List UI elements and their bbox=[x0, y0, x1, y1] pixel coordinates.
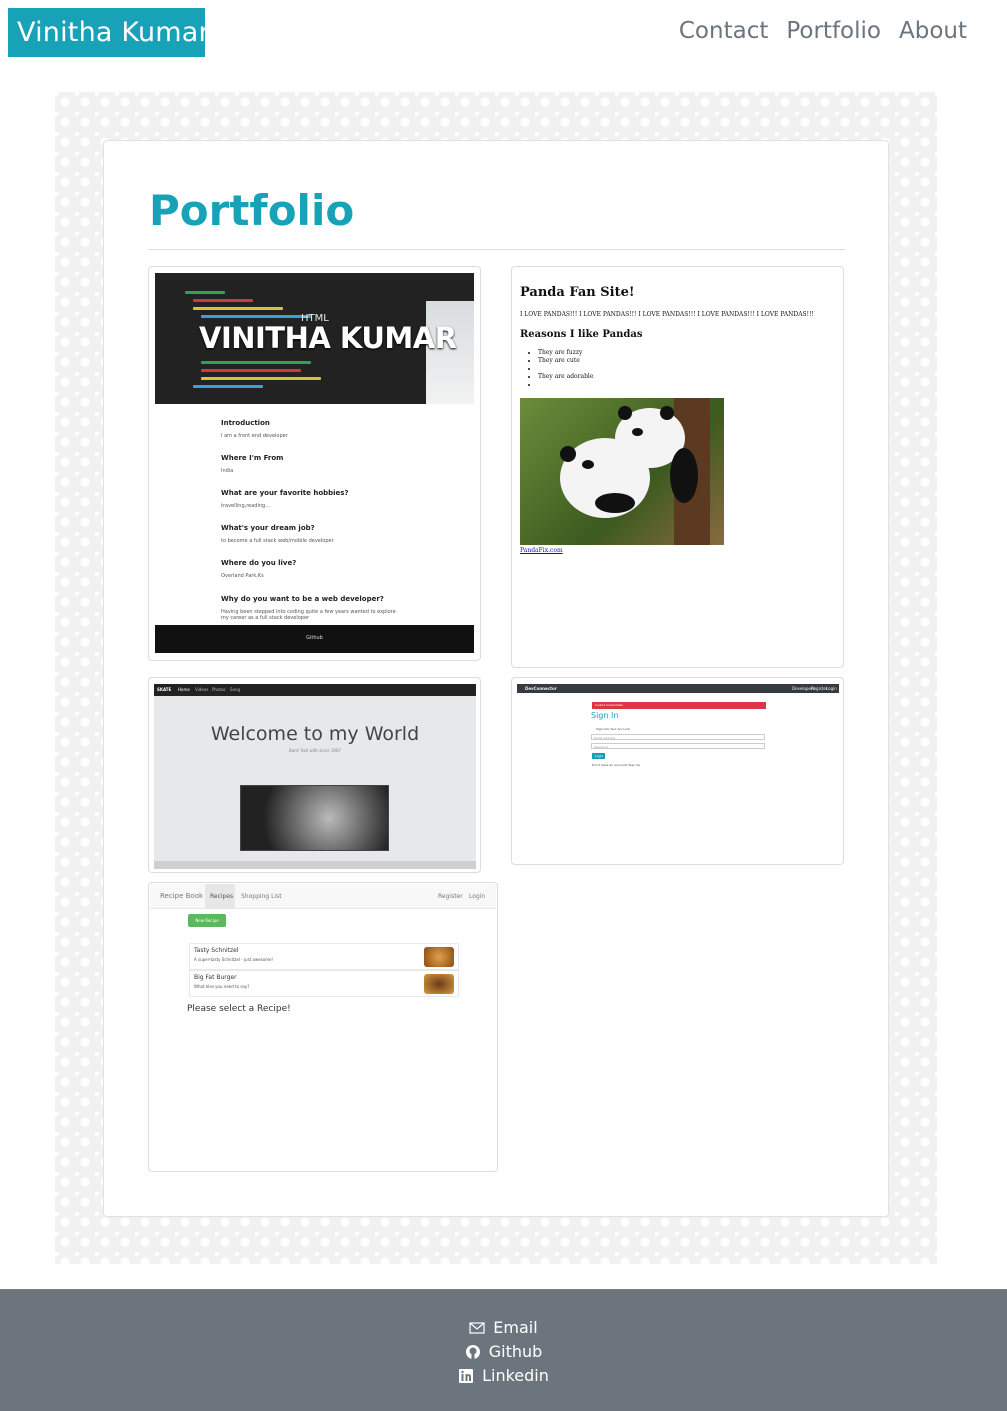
recipe-name: Big Fat Burger bbox=[194, 974, 237, 981]
section-question: Introduction bbox=[221, 419, 270, 427]
skate-brand: SKATE bbox=[157, 687, 172, 692]
project-footer: Github bbox=[155, 625, 474, 653]
recipe-item[interactable]: Tasty Schnitzel A super-tasty Schnitzel … bbox=[189, 943, 459, 970]
nav-about[interactable]: About bbox=[899, 18, 967, 44]
reasons-list: They are fuzzy They are cute They are ad… bbox=[538, 349, 593, 389]
dev-password-field[interactable]: Password bbox=[591, 743, 765, 749]
dev-navbar: DevConnector Developers Register Login bbox=[517, 684, 839, 693]
envelope-icon bbox=[469, 1321, 485, 1334]
recipe-name: Tasty Schnitzel bbox=[194, 947, 239, 954]
reason-item: They are fuzzy bbox=[538, 349, 593, 357]
skate-subtitle: Bam! Roll with since 1987 bbox=[288, 748, 342, 753]
dev-brand: DevConnector bbox=[525, 686, 557, 691]
nav-contact[interactable]: Contact bbox=[679, 18, 768, 44]
dev-signin-heading: Sign In bbox=[591, 711, 619, 720]
skate-navbar: SKATE Home Videos Photos Song bbox=[154, 684, 476, 696]
panda-love-text: I LOVE PANDAS!!! I LOVE PANDAS!!! I LOVE… bbox=[520, 311, 814, 318]
section-answer: India bbox=[221, 468, 234, 474]
footer-github-link[interactable]: Github bbox=[0, 1342, 1007, 1361]
hero-title: VINITHA KUMAR bbox=[199, 321, 457, 355]
project-panda-fan-site[interactable]: Panda Fan Site! I LOVE PANDAS!!! I LOVE … bbox=[511, 266, 844, 668]
recipe-brand: Recipe Book bbox=[160, 892, 204, 900]
reason-item bbox=[538, 365, 593, 373]
panda-photo bbox=[520, 398, 724, 545]
recipe-nav-shopping: Shopping List bbox=[241, 893, 282, 900]
skate-nav-song: Song bbox=[230, 687, 241, 692]
section-question: What are your favorite hobbies? bbox=[221, 489, 349, 497]
top-nav: Contact Portfolio About bbox=[679, 18, 967, 44]
dev-register-prompt: Don't have an account? Sign Up bbox=[592, 763, 641, 767]
project-skate[interactable]: SKATE Home Videos Photos Song Welcome to… bbox=[148, 677, 481, 873]
panda-subtitle: Reasons I like Pandas bbox=[520, 329, 643, 340]
reason-item bbox=[538, 381, 593, 389]
dev-nav-login: Login bbox=[826, 686, 837, 691]
section-question: Where I'm From bbox=[221, 454, 284, 462]
github-icon bbox=[465, 1344, 480, 1359]
section-answer: I am a front end developer bbox=[221, 433, 288, 439]
section-answer: Overland Park,Ks bbox=[221, 573, 264, 579]
section-question: Why do you want to be a web developer? bbox=[221, 595, 384, 603]
panda-title: Panda Fan Site! bbox=[520, 285, 635, 300]
recipe-thumbnail bbox=[424, 974, 454, 994]
section-question: Where do you live? bbox=[221, 559, 297, 567]
recipe-nav-register: Register bbox=[438, 893, 463, 900]
skate-bottom-strip bbox=[154, 861, 476, 869]
skate-body: Welcome to my World Bam! Roll with since… bbox=[154, 696, 476, 861]
dev-alert: Invalid Credentials bbox=[592, 702, 766, 709]
skateboard-photo bbox=[240, 785, 389, 851]
new-recipe-button[interactable]: New Recipe bbox=[188, 914, 226, 927]
project-devconnector[interactable]: DevConnector Developers Register Login I… bbox=[511, 677, 844, 865]
nav-portfolio[interactable]: Portfolio bbox=[786, 18, 881, 44]
section-question: What's your dream job? bbox=[221, 524, 315, 532]
recipe-thumbnail bbox=[424, 947, 454, 967]
reason-item: They are adorable bbox=[538, 373, 593, 381]
recipe-nav-recipes: Recipes bbox=[210, 893, 234, 900]
dev-email-field[interactable]: Email Address bbox=[591, 734, 765, 740]
project-about-me[interactable]: HTML VINITHA KUMAR Introduction I am a f… bbox=[148, 266, 481, 661]
page-title: Portfolio bbox=[149, 186, 355, 235]
skate-nav-home: Home bbox=[178, 687, 190, 692]
section-answer: travelling,reading... bbox=[221, 503, 270, 509]
skate-nav-photos: Photos bbox=[212, 687, 226, 692]
section-answer: Having been stepped into coding quite a … bbox=[221, 609, 396, 621]
skate-welcome: Welcome to my World bbox=[210, 723, 420, 745]
project-hero-image: HTML VINITHA KUMAR bbox=[155, 273, 474, 404]
recipe-navbar: Recipe Book Recipes Shopping List Regist… bbox=[150, 884, 496, 909]
recipe-item[interactable]: Big Fat Burger What else you need to say… bbox=[189, 970, 459, 997]
title-divider bbox=[148, 249, 845, 250]
dev-login-button[interactable]: Login bbox=[592, 753, 605, 759]
dev-nav-register: Register bbox=[811, 686, 828, 691]
recipe-desc: What else you need to say? bbox=[194, 984, 250, 989]
reason-item: They are cute bbox=[538, 357, 593, 365]
recipe-nav-login: Login bbox=[469, 893, 486, 900]
dev-lead: Sign into Your Account bbox=[596, 727, 630, 731]
recipe-desc: A super-tasty Schnitzel - just awesome! bbox=[194, 957, 274, 962]
footer-linkedin-link[interactable]: Linkedin bbox=[0, 1366, 1007, 1385]
pandafix-link[interactable]: PandaFix.com bbox=[520, 547, 563, 554]
skate-nav-videos: Videos bbox=[195, 687, 209, 692]
brand-logo[interactable]: Vinitha Kumar bbox=[8, 8, 210, 57]
linkedin-icon bbox=[459, 1368, 474, 1383]
footer-github-text: Github bbox=[306, 635, 323, 641]
select-recipe-prompt: Please select a Recipe! bbox=[187, 1004, 291, 1014]
footer: Email Github Linkedin bbox=[0, 1289, 1007, 1411]
footer-email-link[interactable]: Email bbox=[0, 1318, 1007, 1337]
section-answer: to become a full stack web/mobile develo… bbox=[221, 538, 334, 544]
project-recipe-book[interactable]: Recipe Book Recipes Shopping List Regist… bbox=[148, 882, 498, 1172]
